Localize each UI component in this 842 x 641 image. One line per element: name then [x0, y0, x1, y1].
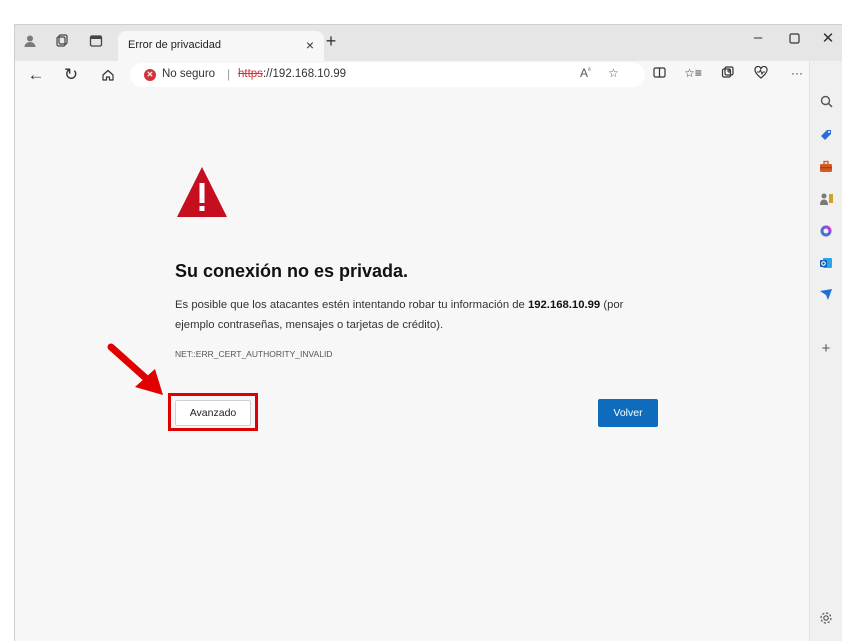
sidebar-drop-icon[interactable]	[818, 288, 834, 304]
collections-icon[interactable]	[717, 66, 737, 82]
annotation-arrow-icon	[107, 343, 163, 395]
sidebar-settings-icon[interactable]	[818, 611, 834, 627]
error-code[interactable]: NET::ERR_CERT_AUTHORITY_INVALID	[175, 349, 332, 359]
sidebar-search-icon[interactable]	[818, 95, 834, 111]
tab-actions-icon[interactable]	[87, 34, 105, 52]
sidebar-games-icon[interactable]	[818, 192, 834, 208]
browser-essentials-icon[interactable]	[751, 65, 771, 82]
sidebar-add-icon[interactable]: +	[818, 341, 834, 357]
navigation-bar: ← ↻ ✕ No seguro | https://192.168.10.99 …	[15, 61, 842, 89]
page-title: Su conexión no es privada.	[175, 261, 409, 281]
warning-icon	[177, 167, 227, 217]
workspaces-icon[interactable]	[53, 34, 71, 52]
security-label[interactable]: No seguro	[162, 68, 215, 80]
url-host: ://192.168.10.99	[262, 68, 347, 80]
address-bar[interactable]: ✕ No seguro | https://192.168.10.99 Aᵃ ☆	[130, 63, 645, 87]
advanced-button[interactable]: Avanzado	[175, 400, 251, 426]
tab-title: Error de privacidad	[128, 39, 221, 51]
home-icon[interactable]	[97, 64, 119, 86]
url-scheme: https	[238, 68, 263, 80]
favorite-star-icon[interactable]: ☆	[608, 66, 619, 80]
favorites-icon[interactable]: ☆≡	[683, 66, 703, 80]
minimize-button[interactable]: –	[743, 29, 773, 46]
edge-sidebar: +	[809, 61, 842, 641]
split-screen-icon[interactable]	[649, 66, 669, 82]
page-content: Su conexión no es privada. Es posible qu…	[15, 89, 810, 641]
more-options-icon[interactable]: ···	[787, 66, 807, 80]
sidebar-tools-icon[interactable]	[818, 160, 834, 176]
sidebar-shopping-icon[interactable]	[818, 128, 834, 144]
browser-window: Error de privacidad × + – ✕ ← ↻ ✕ No seg…	[14, 24, 842, 641]
new-tab-button[interactable]: +	[320, 31, 342, 52]
read-aloud-icon[interactable]: Aᵃ	[580, 66, 591, 80]
back-button[interactable]: Volver	[598, 399, 658, 427]
tab-privacy-error[interactable]: Error de privacidad ×	[118, 31, 324, 61]
refresh-icon[interactable]: ↻	[60, 64, 82, 86]
address-separator: |	[227, 67, 231, 81]
description-host: 192.168.10.99	[527, 299, 601, 311]
tab-bar: Error de privacidad × + – ✕	[15, 25, 842, 61]
description-text-start: Es posible que los atacantes estén inten…	[175, 299, 528, 311]
close-window-button[interactable]: ✕	[813, 29, 842, 47]
error-description: Es posible que los atacantes estén inten…	[175, 295, 665, 335]
maximize-button[interactable]	[779, 29, 809, 48]
sidebar-microsoft365-icon[interactable]	[818, 224, 834, 240]
back-icon[interactable]: ←	[25, 64, 47, 86]
tab-close-icon[interactable]: ×	[306, 37, 314, 53]
url-text[interactable]: https://192.168.10.99	[238, 68, 346, 80]
not-secure-icon[interactable]: ✕	[144, 69, 156, 81]
profile-icon[interactable]	[21, 34, 39, 52]
sidebar-outlook-icon[interactable]	[818, 256, 834, 272]
